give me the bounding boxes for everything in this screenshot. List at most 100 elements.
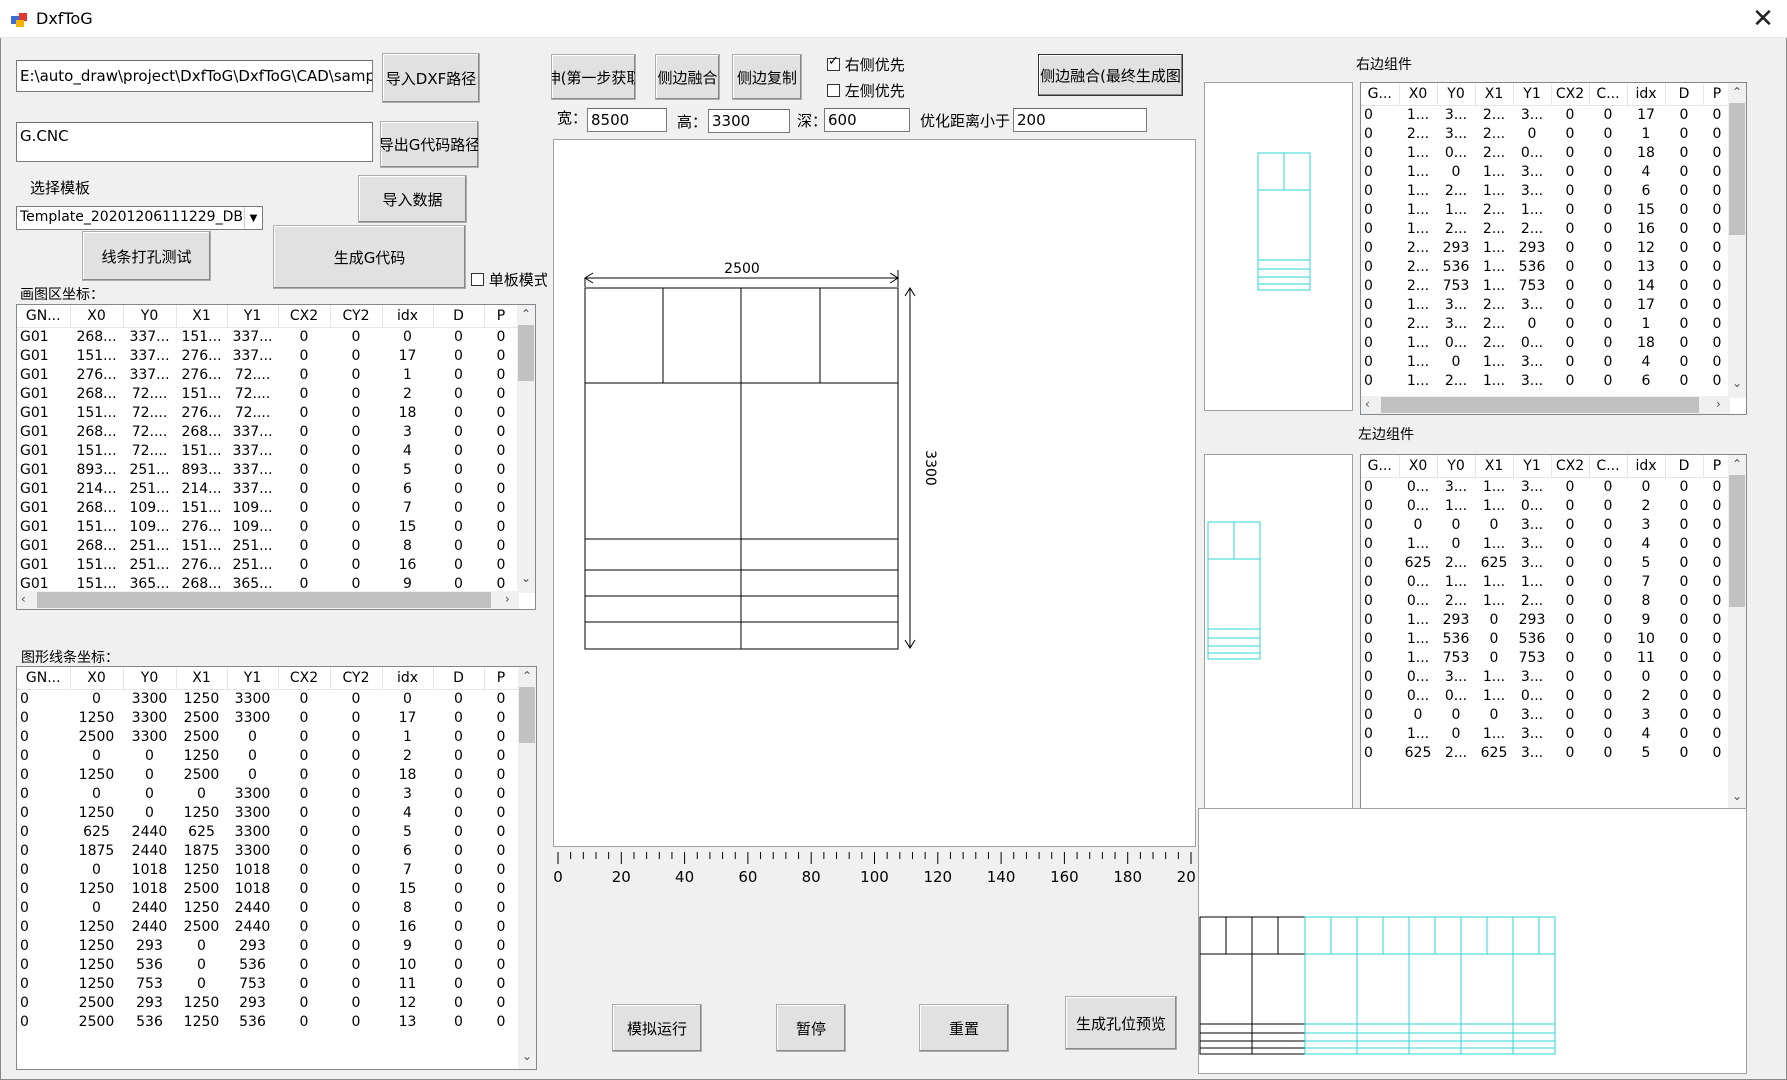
column-header[interactable]: X1 (1475, 455, 1514, 478)
dxf-path-input[interactable]: E:\auto_draw\project\DxfToG\DxfToG\CAD\s… (16, 60, 373, 92)
table-row[interactable]: 0 0... 2... 1... 2... 0 0 8 0 0 (1361, 591, 1731, 610)
generate-gcode-button[interactable]: 生成G代码 (273, 225, 466, 289)
export-gcode-button[interactable]: 导出G代码路径 (380, 121, 479, 168)
shape-line-grid[interactable]: GN... X0 Y0 X1 Y1 CX2 CY2 idx D P 0 0 3300 1250 3300 0… (16, 666, 537, 1070)
width-input[interactable]: 8500 (587, 108, 667, 132)
close-icon[interactable]: ✕ (1740, 2, 1786, 36)
height-input[interactable]: 3300 (708, 109, 790, 133)
table-row[interactable]: 0 1... 0 1... 3... 0 0 4 0 0 (1361, 352, 1731, 371)
progress-ruler[interactable]: 0 20 40 60 80 100 120 140 160 180 200 (553, 850, 1196, 890)
import-data-button[interactable]: 导入数据 (358, 175, 467, 223)
table-row[interactable]: 0 2500 536 1250 536 0 0 13 0 0 (17, 1012, 518, 1031)
table-row[interactable]: G01 268... 251... 151... 251... 0 0 8 0 0 (17, 536, 518, 555)
column-header[interactable]: Y0 (1437, 83, 1476, 106)
column-header[interactable]: P (484, 305, 519, 328)
column-header[interactable]: Y1 (1513, 455, 1552, 478)
template-select[interactable]: Template_20201206111229_DB.c ▼ (16, 206, 263, 230)
table-row[interactable]: 0 2... 536 1... 536 0 0 13 0 0 (1361, 257, 1731, 276)
table-row[interactable]: 0 1... 293 0 293 0 0 9 0 0 (1361, 610, 1731, 629)
column-header[interactable]: D (433, 667, 485, 690)
column-header[interactable]: X0 (70, 305, 124, 328)
column-header[interactable]: Y0 (1437, 455, 1476, 478)
scroll-thumb[interactable] (1729, 103, 1745, 235)
table-row[interactable]: 0 2500 293 1250 293 0 0 12 0 0 (17, 993, 518, 1012)
table-row[interactable]: 0 1250 536 0 536 0 0 10 0 0 (17, 955, 518, 974)
table-row[interactable]: 0 2... 293 1... 293 0 0 12 0 0 (1361, 238, 1731, 257)
table-row[interactable]: G01 268... 72.... 151... 72.... 0 0 2 0 0 (17, 384, 518, 403)
right-priority-check-box[interactable] (827, 54, 840, 71)
table-row[interactable]: 0 1... 1... 2... 1... 0 0 15 0 0 (1361, 200, 1731, 219)
table-row[interactable]: 0 1... 0... 2... 0... 0 0 18 0 0 (1361, 333, 1731, 352)
scroll-right-icon[interactable]: › (1716, 397, 1721, 411)
table-row[interactable]: 0 1250 753 0 753 0 0 11 0 0 (17, 974, 518, 993)
table-row[interactable]: 0 1250 0 1250 3300 0 0 4 0 0 (17, 803, 518, 822)
scroll-thumb[interactable] (1729, 475, 1745, 607)
column-header[interactable]: idx (1627, 455, 1666, 478)
final-side-merge-button[interactable]: 侧边融合(最终生成图 (1038, 54, 1183, 96)
table-row[interactable]: 0 0 1018 1250 1018 0 0 7 0 0 (17, 860, 518, 879)
extend-first-step-button[interactable]: 伸(第一步获取 (551, 54, 636, 100)
generate-hole-preview-button[interactable]: 生成孔位预览 (1065, 996, 1177, 1050)
table-row[interactable]: G01 893... 251... 893... 337... 0 0 5 0 0 (17, 460, 518, 479)
scroll-down-icon[interactable]: ⌄ (521, 571, 531, 585)
left-priority-checkbox[interactable]: 左侧优先 (827, 80, 905, 101)
scroll-down-icon[interactable]: ⌄ (1732, 376, 1742, 390)
vertical-scrollbar[interactable]: ⌃ ⌄ (517, 305, 535, 593)
table-row[interactable]: 0 1250 2440 2500 2440 0 0 16 0 0 (17, 917, 518, 936)
column-header[interactable]: P (484, 667, 519, 690)
pause-button[interactable]: 暂停 (776, 1004, 846, 1052)
column-header[interactable]: Y1 (227, 305, 279, 328)
table-row[interactable]: G01 151... 251... 276... 251... 0 0 16 0 0 (17, 555, 518, 574)
scroll-up-icon[interactable]: ⌃ (1732, 85, 1742, 99)
table-row[interactable]: 0 0... 1... 1... 0... 0 0 2 0 0 (1361, 496, 1731, 515)
table-row[interactable]: 0 1... 2... 1... 3... 0 0 6 0 0 (1361, 181, 1731, 200)
table-row[interactable]: G01 268... 109... 151... 109... 0 0 7 0 0 (17, 498, 518, 517)
column-header[interactable]: CX2 (278, 667, 331, 690)
table-row[interactable]: 0 0 2440 1250 2440 0 0 8 0 0 (17, 898, 518, 917)
table-row[interactable]: 0 1875 2440 1875 3300 0 0 6 0 0 (17, 841, 518, 860)
table-row[interactable]: 0 0 0 0 3... 0 0 3 0 0 (1361, 705, 1731, 724)
column-header[interactable]: X1 (1475, 83, 1514, 106)
table-row[interactable]: G01 151... 337... 276... 337... 0 0 17 0 0 (17, 346, 518, 365)
table-row[interactable]: 0 1250 1018 2500 1018 0 0 15 0 0 (17, 879, 518, 898)
table-row[interactable]: 0 1250 3300 2500 3300 0 0 17 0 0 (17, 708, 518, 727)
table-row[interactable]: 0 1... 0... 2... 0... 0 0 18 0 0 (1361, 143, 1731, 162)
table-row[interactable]: 0 0 0 0 3300 0 0 3 0 0 (17, 784, 518, 803)
left-priority-check-box[interactable] (827, 84, 840, 97)
column-header[interactable]: idx (382, 667, 434, 690)
table-row[interactable]: 0 2... 753 1... 753 0 0 14 0 0 (1361, 276, 1731, 295)
table-row[interactable]: G01 151... 72.... 151... 337... 0 0 4 0 0 (17, 441, 518, 460)
table-row[interactable]: 0 625 2... 625 3... 0 0 5 0 0 (1361, 743, 1731, 762)
table-row[interactable]: 0 1... 0 1... 3... 0 0 4 0 0 (1361, 724, 1731, 743)
side-merge-button[interactable]: 侧边融合 (655, 54, 720, 100)
scroll-thumb[interactable] (518, 325, 534, 381)
table-row[interactable]: 0 1... 2... 1... 3... 0 0 6 0 0 (1361, 371, 1731, 390)
column-header[interactable]: P (1703, 83, 1732, 106)
scroll-up-icon[interactable]: ⌃ (522, 669, 532, 683)
single-board-check-box[interactable] (471, 273, 484, 286)
column-header[interactable]: CY2 (330, 305, 383, 328)
column-header[interactable]: Y1 (227, 667, 279, 690)
column-header[interactable]: C... (1589, 83, 1628, 106)
table-row[interactable]: 0 1... 2... 2... 2... 0 0 16 0 0 (1361, 219, 1731, 238)
scroll-up-icon[interactable]: ⌃ (1732, 457, 1742, 471)
scroll-left-icon[interactable]: ‹ (1365, 397, 1370, 411)
column-header[interactable]: CX2 (1551, 455, 1590, 478)
column-header[interactable]: GN... (17, 667, 71, 690)
table-row[interactable]: 0 2... 3... 2... 0 0 0 1 0 0 (1361, 314, 1731, 333)
horizontal-scrollbar[interactable]: ‹ › (17, 591, 519, 609)
column-header[interactable]: D (1665, 83, 1704, 106)
column-header[interactable]: idx (1627, 83, 1666, 106)
scroll-thumb[interactable] (519, 687, 535, 743)
table-row[interactable]: 0 1... 753 0 753 0 0 11 0 0 (1361, 648, 1731, 667)
scroll-thumb[interactable] (1381, 397, 1699, 413)
depth-input[interactable]: 600 (824, 108, 910, 132)
table-row[interactable]: G01 268... 337... 151... 337... 0 0 0 0 0 (17, 327, 518, 346)
column-header[interactable]: Y1 (1513, 83, 1552, 106)
table-row[interactable]: 0 0 3300 1250 3300 0 0 0 0 0 (17, 689, 518, 708)
column-header[interactable]: X0 (1399, 455, 1438, 478)
right-group-grid[interactable]: G... X0 Y0 X1 Y1 CX2 C... idx D P 0 1... 3... 2... 3.… (1360, 82, 1747, 415)
import-dxf-button[interactable]: 导入DXF路径 (382, 53, 480, 103)
table-row[interactable]: G01 214... 251... 214... 337... 0 0 6 0 0 (17, 479, 518, 498)
scroll-right-icon[interactable]: › (505, 592, 510, 606)
